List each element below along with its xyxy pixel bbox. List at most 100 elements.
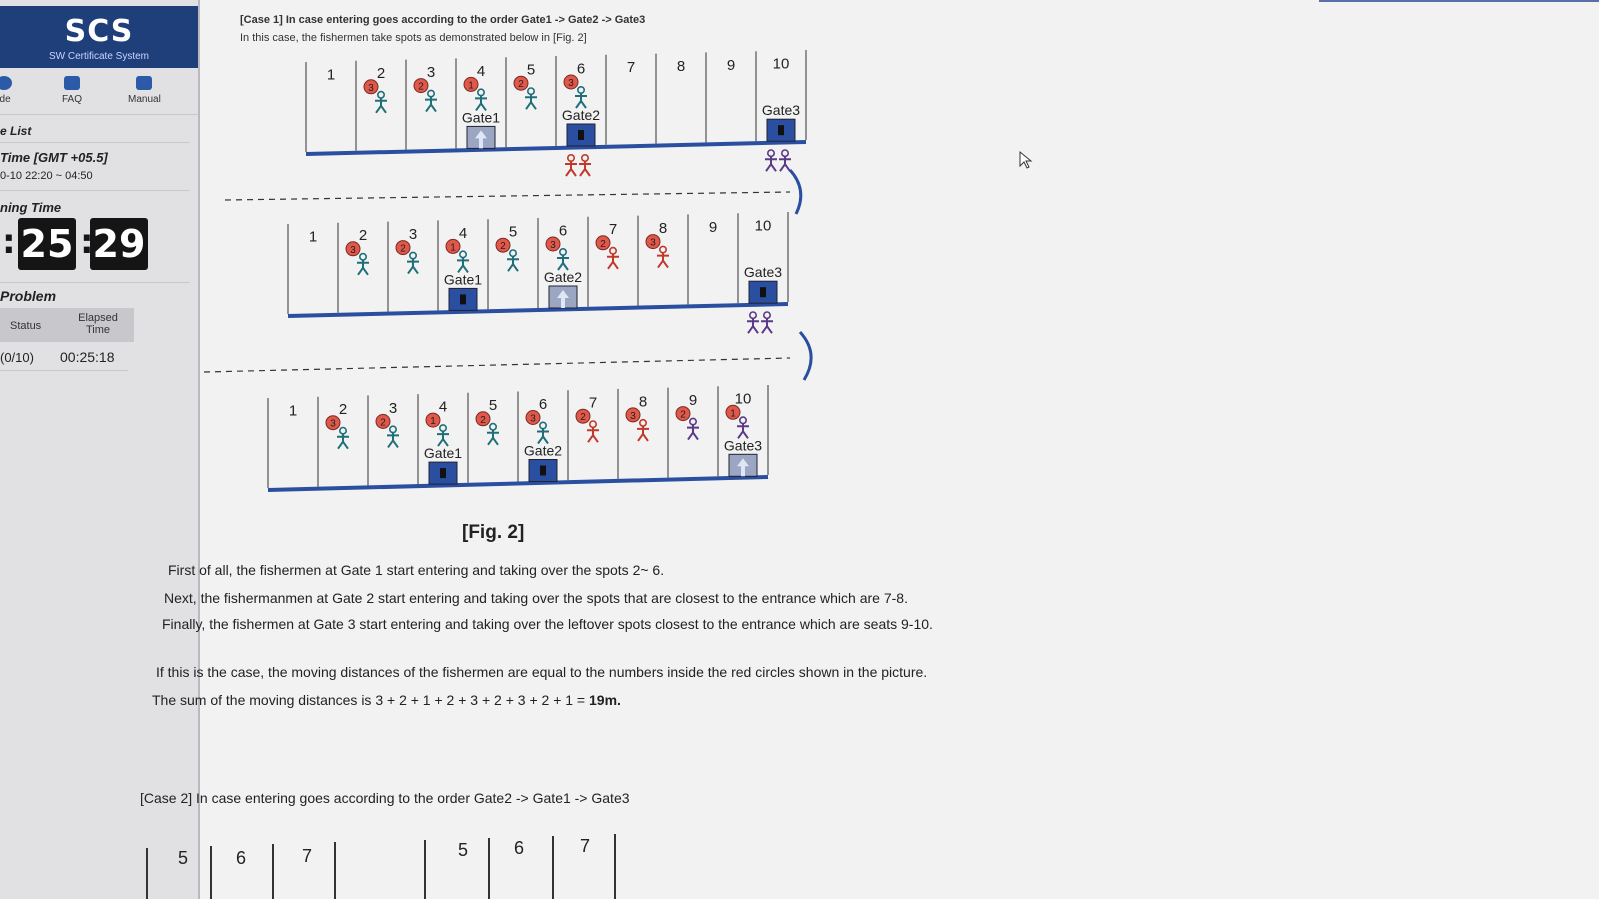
divider <box>0 282 190 283</box>
distance-label: 1 <box>450 242 456 253</box>
gate-label: Gate3 <box>724 437 762 453</box>
fisherman <box>537 421 549 445</box>
gate-label: Gate1 <box>444 271 482 287</box>
nav-faq[interactable]: FAQ <box>62 76 82 105</box>
spot-number: 8 <box>677 58 685 75</box>
gate-label: Gate3 <box>744 264 782 280</box>
logo-text: SCS <box>64 14 134 49</box>
fisherman <box>587 420 599 443</box>
spot-number: 2 <box>339 401 347 418</box>
distance-label: 3 <box>550 240 556 251</box>
gate-icon <box>548 285 578 309</box>
spot-number: 10 <box>735 391 752 408</box>
spot-number: 6 <box>539 396 547 413</box>
distance-label: 2 <box>680 410 686 421</box>
spot-number: 10 <box>755 218 772 235</box>
gate-label: Gate2 <box>524 443 562 459</box>
distance-label: 2 <box>380 417 386 428</box>
case2-figure-preview: 5 6 7 5 6 7 <box>140 830 620 899</box>
gate-icon <box>466 125 496 149</box>
case2-heading: [Case 2] In case entering goes according… <box>140 790 630 806</box>
spot-number: 1 <box>327 66 335 83</box>
fisherman <box>507 249 519 272</box>
spot-number: 9 <box>709 219 717 236</box>
gate-icon <box>428 461 458 485</box>
gate-icon <box>566 123 596 147</box>
fisherman <box>575 85 587 109</box>
spot-number: 7 <box>580 836 591 856</box>
fisherman <box>407 251 419 275</box>
timer-minutes: 25 <box>18 218 76 270</box>
distance-label: 2 <box>480 415 486 426</box>
nav-manual-label: Manual <box>128 94 161 105</box>
flow-arrow <box>798 330 813 381</box>
spot-number: 3 <box>409 226 417 243</box>
distance-label: 2 <box>518 79 524 90</box>
nav-faq-label: FAQ <box>62 94 83 105</box>
distance-label: 1 <box>430 416 436 427</box>
gate-icon <box>728 453 758 477</box>
fisherman <box>457 250 469 273</box>
fisherman <box>487 422 499 446</box>
spot-number: 7 <box>627 59 635 76</box>
spot-number: 3 <box>389 400 397 417</box>
fisherman <box>637 418 649 442</box>
spot-number: 1 <box>309 228 317 245</box>
gate-label: Gate2 <box>544 269 582 285</box>
gate-label: Gate3 <box>762 102 800 118</box>
gate-icon <box>766 118 796 142</box>
waiting-fisherman <box>565 154 577 177</box>
distance-label: 3 <box>368 83 374 94</box>
divider <box>0 370 128 371</box>
app-logo[interactable]: SCS SW Certificate System <box>0 6 198 68</box>
distance-label: 2 <box>418 82 424 93</box>
mouse-cursor-icon <box>1019 150 1033 169</box>
waiting-fisherman <box>579 154 591 177</box>
distance-label: 1 <box>730 408 736 419</box>
case1-subtext: In this case, the fishermen take spots a… <box>240 32 587 44</box>
timer-colon: : <box>2 222 16 262</box>
status-header: Status <box>10 320 42 332</box>
fisherman <box>375 90 387 114</box>
time-range: 0-10 22:20 ~ 04:50 <box>0 170 93 182</box>
distance-label: 3 <box>530 414 536 425</box>
figure-2-diagram: 1 2 3 4 5 6 7 8 9 103 2 1 2 3Gate1 Gate2 Gate31 2 3 4 5 6 7 8 9… <box>203 50 813 492</box>
nav-manual[interactable]: Manual <box>128 76 161 105</box>
spot-number: 4 <box>459 225 467 242</box>
elapsed-header: Elapsed Time <box>78 312 118 336</box>
spot-number: 4 <box>477 63 485 80</box>
info-icon <box>0 76 12 90</box>
distance-label: 2 <box>500 241 506 252</box>
explanation-line-2: Next, the fishermanmen at Gate 2 start e… <box>164 590 908 606</box>
explanation-line-4: If this is the case, the moving distance… <box>156 664 928 680</box>
spot-number: 2 <box>359 227 367 244</box>
nav-guide[interactable]: ide <box>0 76 12 105</box>
spot-number: 4 <box>439 398 447 415</box>
spot-number: 7 <box>302 846 313 866</box>
explanation-line-5: The sum of the moving distances is 3 + 2… <box>152 692 621 708</box>
distance-label: 3 <box>568 78 574 89</box>
gate-label: Gate1 <box>424 445 462 461</box>
fisherman <box>657 245 669 269</box>
timer-seconds: 29 <box>90 218 148 270</box>
gate-label: Gate2 <box>562 107 600 123</box>
list-label[interactable]: e List <box>0 124 31 138</box>
nav-guide-label: ide <box>0 94 11 105</box>
spot-number: 5 <box>509 224 517 241</box>
row-separator <box>224 191 791 201</box>
distance-label: 1 <box>468 80 474 91</box>
spot-number: 5 <box>458 840 469 860</box>
fisherman <box>687 417 699 441</box>
status-value[interactable]: (0/10) <box>0 350 34 365</box>
spot-number: 8 <box>639 393 647 410</box>
gate-label: Gate1 <box>462 109 500 125</box>
sum-total: 19m. <box>589 692 621 708</box>
spot-number: 9 <box>689 392 697 409</box>
waiting-fisherman <box>761 311 773 334</box>
spot-number: 5 <box>178 848 189 868</box>
spot-number: 7 <box>609 221 617 238</box>
gate-icon <box>448 287 478 311</box>
distance-label: 3 <box>650 238 656 249</box>
distance-label: 3 <box>630 411 636 422</box>
distance-label: 2 <box>580 412 586 423</box>
